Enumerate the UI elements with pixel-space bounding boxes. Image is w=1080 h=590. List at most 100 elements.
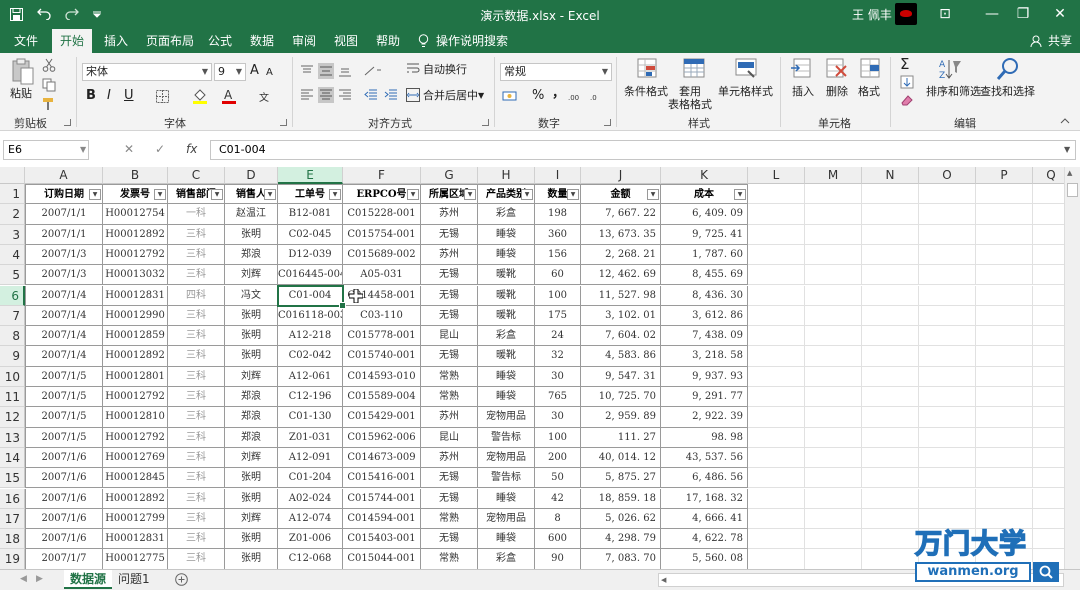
table-cell[interactable]: 2007/1/3 <box>25 265 103 286</box>
table-cell[interactable]: 5, 026. 62 <box>581 508 661 530</box>
table-cell[interactable]: 42 <box>535 488 581 509</box>
empty-cell[interactable] <box>805 204 862 225</box>
cell-styles-button[interactable]: 单元格样式 <box>718 85 773 99</box>
empty-cell[interactable] <box>862 305 919 327</box>
shrink-font-button[interactable]: A <box>266 66 273 80</box>
tab-file[interactable]: 文件 <box>6 29 46 53</box>
ribbon-display-options-button[interactable]: ⊡ <box>935 4 955 24</box>
column-header[interactable]: J <box>581 167 661 184</box>
table-cell[interactable]: 三科 <box>168 488 225 509</box>
table-cell[interactable]: 冯文 <box>225 285 278 306</box>
row-header[interactable]: 3 <box>0 224 25 245</box>
accounting-format-icon[interactable] <box>502 89 518 103</box>
close-button[interactable]: ✕ <box>1050 4 1070 24</box>
empty-cell[interactable] <box>976 184 1033 205</box>
table-cell[interactable]: C03-110 <box>343 305 421 327</box>
table-cell[interactable]: C016445-004 <box>278 265 343 286</box>
table-cell[interactable]: 2007/1/5 <box>25 366 103 387</box>
empty-cell[interactable] <box>919 204 976 225</box>
table-cell[interactable]: 刘辉 <box>225 366 278 387</box>
table-cell[interactable]: H00012892 <box>103 346 168 367</box>
clear-icon[interactable] <box>900 93 914 107</box>
tab-insert[interactable]: 插入 <box>96 29 136 53</box>
empty-cell[interactable] <box>805 468 862 489</box>
table-cell[interactable]: 9, 291. 77 <box>661 387 748 408</box>
empty-cell[interactable] <box>919 366 976 387</box>
table-cell[interactable]: 13, 673. 35 <box>581 224 661 245</box>
table-cell[interactable]: 无锡 <box>421 468 478 489</box>
vertical-scroll-thumb[interactable] <box>1067 183 1078 197</box>
table-cell[interactable]: 彩盒 <box>478 204 535 225</box>
empty-cell[interactable] <box>862 508 919 530</box>
empty-cell[interactable] <box>862 407 919 428</box>
table-cell[interactable]: Z01-006 <box>278 529 343 550</box>
row-header[interactable]: 10 <box>0 366 25 387</box>
empty-cell[interactable] <box>919 285 976 306</box>
table-cell[interactable]: 11, 527. 98 <box>581 285 661 306</box>
row-header[interactable]: 17 <box>0 508 25 530</box>
empty-cell[interactable] <box>976 244 1033 266</box>
expand-formula-bar-icon[interactable]: ▼ <box>1064 145 1070 154</box>
empty-cell[interactable] <box>862 468 919 489</box>
table-cell[interactable]: 98. 98 <box>661 427 748 448</box>
empty-cell[interactable] <box>805 224 862 245</box>
align-right-icon[interactable] <box>338 89 352 101</box>
table-cell[interactable]: 刘辉 <box>225 265 278 286</box>
empty-cell[interactable] <box>748 265 805 286</box>
sheet-tab-question1[interactable]: 问题1 <box>112 570 156 589</box>
table-cell[interactable]: H00012892 <box>103 224 168 245</box>
table-cell[interactable]: 2007/1/4 <box>25 285 103 306</box>
table-cell[interactable]: 昆山 <box>421 326 478 347</box>
empty-cell[interactable] <box>748 305 805 327</box>
table-cell[interactable]: 12, 462. 69 <box>581 265 661 286</box>
table-cell[interactable]: 50 <box>535 468 581 489</box>
grow-font-button[interactable]: A <box>250 64 259 78</box>
table-cell[interactable]: 10, 725. 70 <box>581 387 661 408</box>
table-cell[interactable]: 8, 436. 30 <box>661 285 748 306</box>
table-cell[interactable]: H00012769 <box>103 447 168 469</box>
scroll-left-icon[interactable]: ◀ <box>661 574 666 586</box>
insert-cells-button[interactable]: 插入 <box>792 85 814 99</box>
save-icon[interactable] <box>10 7 23 21</box>
column-header[interactable]: D <box>225 167 278 184</box>
cancel-entry-button[interactable]: ✕ <box>124 142 134 156</box>
table-cell[interactable]: 2007/1/6 <box>25 447 103 469</box>
align-center-icon[interactable] <box>318 87 334 103</box>
table-cell[interactable]: 4, 622. 78 <box>661 529 748 550</box>
table-cell[interactable]: A12-061 <box>278 366 343 387</box>
table-cell[interactable]: 暖靴 <box>478 346 535 367</box>
empty-cell[interactable] <box>919 326 976 347</box>
table-cell[interactable]: 苏州 <box>421 407 478 428</box>
row-header[interactable]: 11 <box>0 387 25 408</box>
qat-dropdown-icon[interactable] <box>93 10 101 18</box>
font-color-icon[interactable]: A <box>222 88 236 104</box>
row-header[interactable]: 16 <box>0 488 25 509</box>
copy-icon[interactable] <box>42 78 56 92</box>
table-cell[interactable]: 宠物用品 <box>478 508 535 530</box>
table-cell[interactable]: 睡袋 <box>478 488 535 509</box>
font-size-combo[interactable]: 9 ▼ <box>214 63 246 81</box>
table-cell[interactable]: 无锡 <box>421 488 478 509</box>
table-cell[interactable]: 三科 <box>168 529 225 550</box>
table-cell[interactable]: 常熟 <box>421 508 478 530</box>
table-cell[interactable]: A05-031 <box>343 265 421 286</box>
decrease-decimal-icon[interactable]: .0 <box>590 89 606 103</box>
table-cell[interactable]: 郑浪 <box>225 407 278 428</box>
fill-icon[interactable] <box>900 75 914 89</box>
table-header-cell[interactable]: 销售部门 ▼ <box>168 184 225 205</box>
table-cell[interactable]: 2007/1/4 <box>25 305 103 327</box>
empty-cell[interactable] <box>805 529 862 550</box>
table-cell[interactable]: C015740-001 <box>343 346 421 367</box>
table-cell[interactable]: 彩盒 <box>478 326 535 347</box>
table-cell[interactable]: 5, 560. 08 <box>661 549 748 569</box>
empty-cell[interactable] <box>805 265 862 286</box>
table-cell[interactable]: C015589-004 <box>343 387 421 408</box>
empty-cell[interactable] <box>748 204 805 225</box>
table-cell[interactable]: C015754-001 <box>343 224 421 245</box>
table-cell[interactable]: C015044-001 <box>343 549 421 569</box>
table-cell[interactable]: 三科 <box>168 244 225 266</box>
table-cell[interactable]: C014593-010 <box>343 366 421 387</box>
table-cell[interactable]: 苏州 <box>421 204 478 225</box>
column-header[interactable]: E <box>278 167 343 184</box>
table-cell[interactable]: 三科 <box>168 265 225 286</box>
